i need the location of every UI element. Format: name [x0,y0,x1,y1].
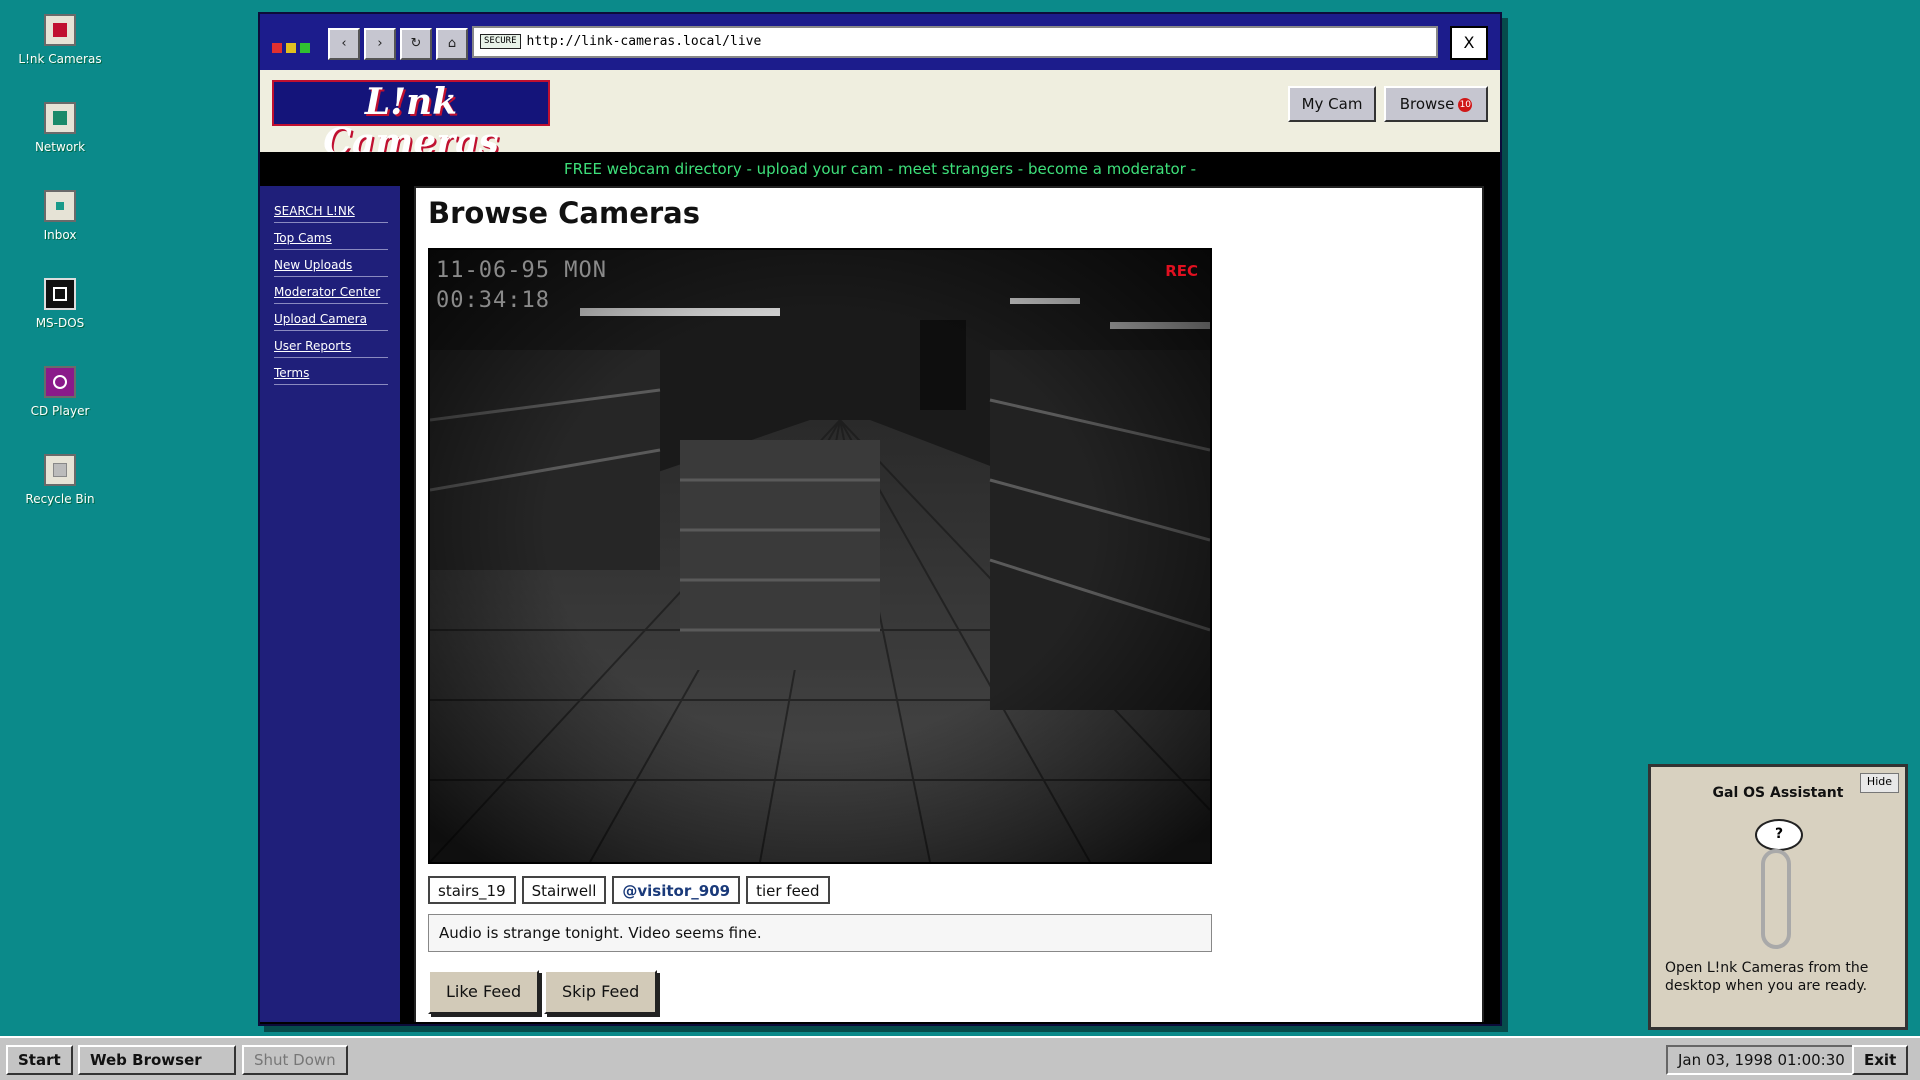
assistant-question-bubble[interactable]: ? [1755,819,1803,851]
close-window-button[interactable]: X [1450,26,1488,60]
desktop-icon-label: Network [34,140,86,154]
reload-button[interactable]: ↻ [400,28,432,60]
shut-down-button[interactable]: Shut Down [242,1045,348,1075]
feed-comment: Audio is strange tonight. Video seems fi… [428,914,1212,952]
sidebar-item-new-uploads[interactable]: New Uploads [274,250,388,277]
desktop-icon-recycle-bin[interactable]: Recycle Bin [0,454,120,506]
sidebar-item-moderator-center[interactable]: Moderator Center [274,277,388,304]
desktop-icon-label: CD Player [30,404,90,418]
sidebar-item-upload-camera[interactable]: Upload Camera [274,304,388,331]
paperclip-icon[interactable] [1761,849,1791,949]
assistant-message: Open L!nk Cameras from the desktop when … [1665,960,1869,994]
camera-feed-image [430,250,1210,862]
browse-button[interactable]: Browse 10 [1384,86,1488,122]
notification-badge: 10 [1458,97,1473,112]
sidebar-item-search[interactable]: SEARCH L!NK [274,196,388,223]
back-button[interactable]: ‹ [328,28,360,60]
inbox-icon [44,190,76,222]
main-content: Browse Cameras 11-06-95 MON 00:34:18 REC… [414,186,1484,1022]
desktop-icon-label: Recycle Bin [25,492,95,506]
window-controls [272,38,314,57]
tag-username[interactable]: @visitor_909 [612,876,741,904]
site-sidebar: SEARCH L!NK Top Cams New Uploads Moderat… [260,186,400,1022]
skip-feed-button[interactable]: Skip Feed [544,970,658,1014]
taskbar-web-browser[interactable]: Web Browser [78,1045,236,1075]
home-button[interactable]: ⌂ [436,28,468,60]
red-dot-icon[interactable] [272,43,282,53]
site-logo[interactable]: L!nk Cameras [272,80,550,162]
feed-tags: stairs_19 Stairwell @visitor_909 tier feed [428,876,836,904]
sidebar-item-top-cams[interactable]: Top Cams [274,223,388,250]
sidebar-item-terms[interactable]: Terms [274,358,388,385]
desktop-icon-inbox[interactable]: Inbox [0,190,120,242]
feed-date-overlay: 11-06-95 MON [436,258,607,283]
taskbar: Start Web Browser Shut Down Jan 03, 1998… [0,1036,1920,1080]
url-text[interactable]: http://link-cameras.local/live [527,34,762,49]
desktop-icon-network[interactable]: Network [0,102,120,154]
browse-button-label: Browse [1399,95,1455,113]
assistant-title: Gal OS Assistant [1712,785,1844,801]
ms-dos-icon [44,278,76,310]
tag-camera-id: stairs_19 [428,876,516,904]
page-title: Browse Cameras [428,196,701,230]
desktop-icon-link-cameras[interactable]: L!nk Cameras [0,14,120,66]
recycle-bin-icon [44,454,76,486]
desktop-icon-label: MS-DOS [35,316,85,330]
yellow-dot-icon[interactable] [286,43,296,53]
like-feed-button[interactable]: Like Feed [428,970,540,1014]
desktop-icon-ms-dos[interactable]: MS-DOS [0,278,120,330]
site-header: L!nk Cameras My Cam Browse 10 [260,70,1500,162]
sidebar-item-user-reports[interactable]: User Reports [274,331,388,358]
desktop-icon-label: L!nk Cameras [18,52,102,66]
desktop-icon-cd-player[interactable]: CD Player [0,366,120,418]
taskbar-clock: Jan 03, 1998 01:00:30 [1666,1045,1857,1075]
link-cameras-icon [44,14,76,46]
my-cam-button[interactable]: My Cam [1288,86,1376,122]
network-icon [44,102,76,134]
secure-badge: SECURE [480,34,521,49]
ticker-banner: FREE webcam directory - upload your cam … [260,152,1500,186]
desktop-icon-label: Inbox [43,228,77,242]
tag-location: Stairwell [521,876,607,904]
tag-tier: tier feed [746,876,830,904]
forward-button[interactable]: › [364,28,396,60]
browser-titlebar: ‹ › ↻ ⌂ SECURE http://link-cameras.local/… [260,14,1500,70]
camera-feed[interactable]: 11-06-95 MON 00:34:18 REC [428,248,1212,864]
feed-time-overlay: 00:34:18 [436,288,550,313]
browser-window: ‹ › ↻ ⌂ SECURE http://link-cameras.local/… [258,12,1502,1026]
assistant-panel: Hide Gal OS Assistant ? Open L!nk Camera… [1648,764,1908,1030]
rec-indicator: REC [1165,262,1198,280]
cd-player-icon [44,366,76,398]
address-bar[interactable]: SECURE http://link-cameras.local/live [472,26,1438,58]
exit-button[interactable]: Exit [1852,1045,1909,1075]
green-dot-icon[interactable] [300,43,310,53]
start-button[interactable]: Start [6,1045,73,1075]
